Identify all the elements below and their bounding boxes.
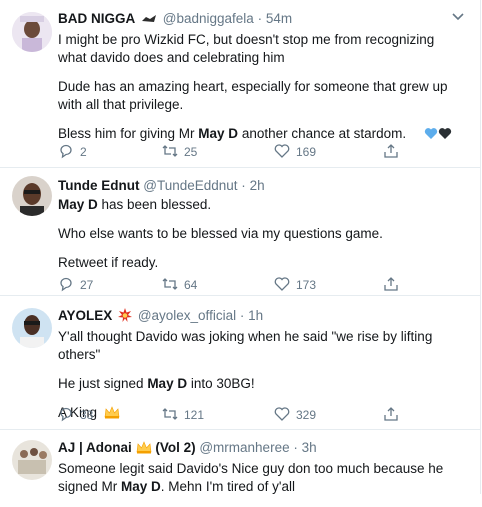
explosion-emoji [118, 308, 133, 327]
tweet-tundeednut[interactable]: Tunde Ednut @TundeEddnut · 2h May D has … [0, 168, 480, 296]
share-icon [383, 143, 399, 162]
like-count: 173 [296, 278, 317, 292]
tweet-paragraph: He just signed May D into 30BG! [58, 375, 464, 393]
retweet-button[interactable]: 25 [162, 143, 197, 161]
timeline-feed: BAD NIGGA @badniggafela · 54m I might be… [0, 0, 481, 494]
tweet-header: AYOLEX @ayolex_official · 1h [58, 307, 464, 327]
tweet-text: May D has been blessed. Who else wants t… [58, 196, 464, 272]
avatar[interactable] [12, 12, 52, 52]
retweet-count: 121 [184, 408, 205, 422]
tweet-paragraph: Retweet if ready. [58, 255, 159, 270]
separator-dot: · [293, 440, 298, 455]
display-name-part: (Vol 2) [155, 440, 196, 455]
tweet-paragraph: Y'all thought Davido was joking when he … [58, 329, 433, 362]
tweet-paragraph: Bless him for giving Mr May D another ch… [58, 125, 464, 145]
text-span: another chance at stardom. [238, 126, 407, 141]
tweet-header: AJ | Adonai (Vol 2) @mrmanheree · 3h [58, 439, 464, 459]
tweet-badniggafela[interactable]: BAD NIGGA @badniggafela · 54m I might be… [0, 0, 480, 168]
tweet-actions: 33 121 329 [58, 406, 458, 424]
retweet-icon [162, 406, 178, 425]
tweet-content: AJ | Adonai (Vol 2) @mrmanheree · 3h Som… [58, 439, 464, 507]
avatar[interactable] [12, 308, 52, 348]
text-span: into 30BG! [187, 376, 255, 391]
separator-dot: · [241, 178, 246, 193]
tweet-text: I might be pro Wizkid FC, but doesn't st… [58, 31, 464, 145]
user-handle[interactable]: @TundeEddnut [143, 178, 237, 193]
reply-count: 33 [80, 408, 94, 422]
tweet-actions: 2 25 169 [58, 143, 458, 161]
retweet-button[interactable]: 64 [162, 276, 197, 294]
tweet-mrmanheree[interactable]: AJ | Adonai (Vol 2) @mrmanheree · 3h Som… [0, 430, 480, 494]
crown-emoji [136, 441, 152, 459]
tweet-header: BAD NIGGA @badniggafela · 54m [58, 10, 464, 30]
share-button[interactable] [383, 276, 399, 294]
highlight-text: May D [198, 126, 239, 141]
retweet-icon [162, 143, 178, 162]
like-icon [274, 143, 290, 162]
share-icon [383, 406, 399, 425]
highlight-text: May D [147, 376, 188, 391]
user-handle[interactable]: @badniggafela [163, 11, 254, 26]
text-span: Bless him for giving Mr [58, 126, 199, 141]
tweet-paragraph: I might be pro Wizkid FC, but doesn't st… [58, 32, 435, 65]
like-button[interactable]: 173 [274, 276, 316, 294]
like-count: 169 [296, 145, 317, 159]
tweet-paragraph: Dude has an amazing heart, especially fo… [58, 79, 448, 112]
text-span: . Mehn I'm tired of y'all [160, 479, 295, 494]
tweet-content: Tunde Ednut @TundeEddnut · 2h May D has … [58, 177, 464, 283]
display-name[interactable]: Tunde Ednut [58, 178, 139, 193]
reply-button[interactable]: 33 [58, 406, 93, 424]
timestamp[interactable]: 54m [266, 11, 292, 26]
display-name[interactable]: AYOLEX [58, 308, 112, 323]
display-name-part: AJ | Adonai [58, 440, 132, 455]
reply-icon [58, 406, 74, 425]
share-icon [383, 276, 399, 295]
tweet-ayolex[interactable]: AYOLEX @ayolex_official · 1h Y'all thoug… [0, 296, 480, 430]
like-icon [274, 406, 290, 425]
tweet-paragraph: Someone legit said Davido's Nice guy don… [58, 460, 464, 496]
like-button[interactable]: 329 [274, 406, 316, 424]
reply-count: 27 [80, 278, 94, 292]
caret-down-icon[interactable] [452, 10, 464, 24]
tweet-header: Tunde Ednut @TundeEddnut · 2h [58, 177, 464, 195]
user-handle[interactable]: @ayolex_official [138, 308, 236, 323]
avatar[interactable] [12, 176, 52, 216]
share-button[interactable] [383, 143, 399, 161]
tweet-actions: 27 64 173 [58, 276, 458, 294]
tweet-paragraph: May D has been blessed. [58, 196, 464, 214]
highlight-text: May D [58, 197, 98, 212]
display-name[interactable]: BAD NIGGA [58, 11, 135, 26]
display-name[interactable]: AJ | Adonai (Vol 2) [58, 440, 196, 455]
retweet-button[interactable]: 121 [162, 406, 204, 424]
text-span: has been blessed. [97, 197, 212, 212]
badge-icon [141, 12, 157, 30]
reply-icon [58, 143, 74, 162]
timestamp[interactable]: 1h [248, 308, 263, 323]
retweet-count: 25 [184, 145, 198, 159]
retweet-count: 64 [184, 278, 198, 292]
avatar[interactable] [12, 440, 52, 480]
reply-button[interactable]: 27 [58, 276, 93, 294]
like-icon [274, 276, 290, 295]
highlight-text: May D [121, 479, 161, 494]
text-span: He just signed [58, 376, 148, 391]
like-count: 329 [296, 408, 317, 422]
reply-count: 2 [80, 145, 87, 159]
reply-icon [58, 276, 74, 295]
user-handle[interactable]: @mrmanheree [199, 440, 289, 455]
timestamp[interactable]: 2h [250, 178, 265, 193]
separator-dot: · [257, 11, 263, 26]
separator-dot: · [239, 308, 245, 323]
tweet-paragraph: Who else wants to be blessed via my ques… [58, 226, 383, 241]
tweet-content: BAD NIGGA @badniggafela · 54m I might be… [58, 10, 464, 156]
share-button[interactable] [383, 406, 399, 424]
retweet-icon [162, 276, 178, 295]
timestamp[interactable]: 3h [302, 440, 317, 455]
reply-button[interactable]: 2 [58, 143, 87, 161]
tweet-text: Someone legit said Davido's Nice guy don… [58, 460, 464, 496]
like-button[interactable]: 169 [274, 143, 316, 161]
